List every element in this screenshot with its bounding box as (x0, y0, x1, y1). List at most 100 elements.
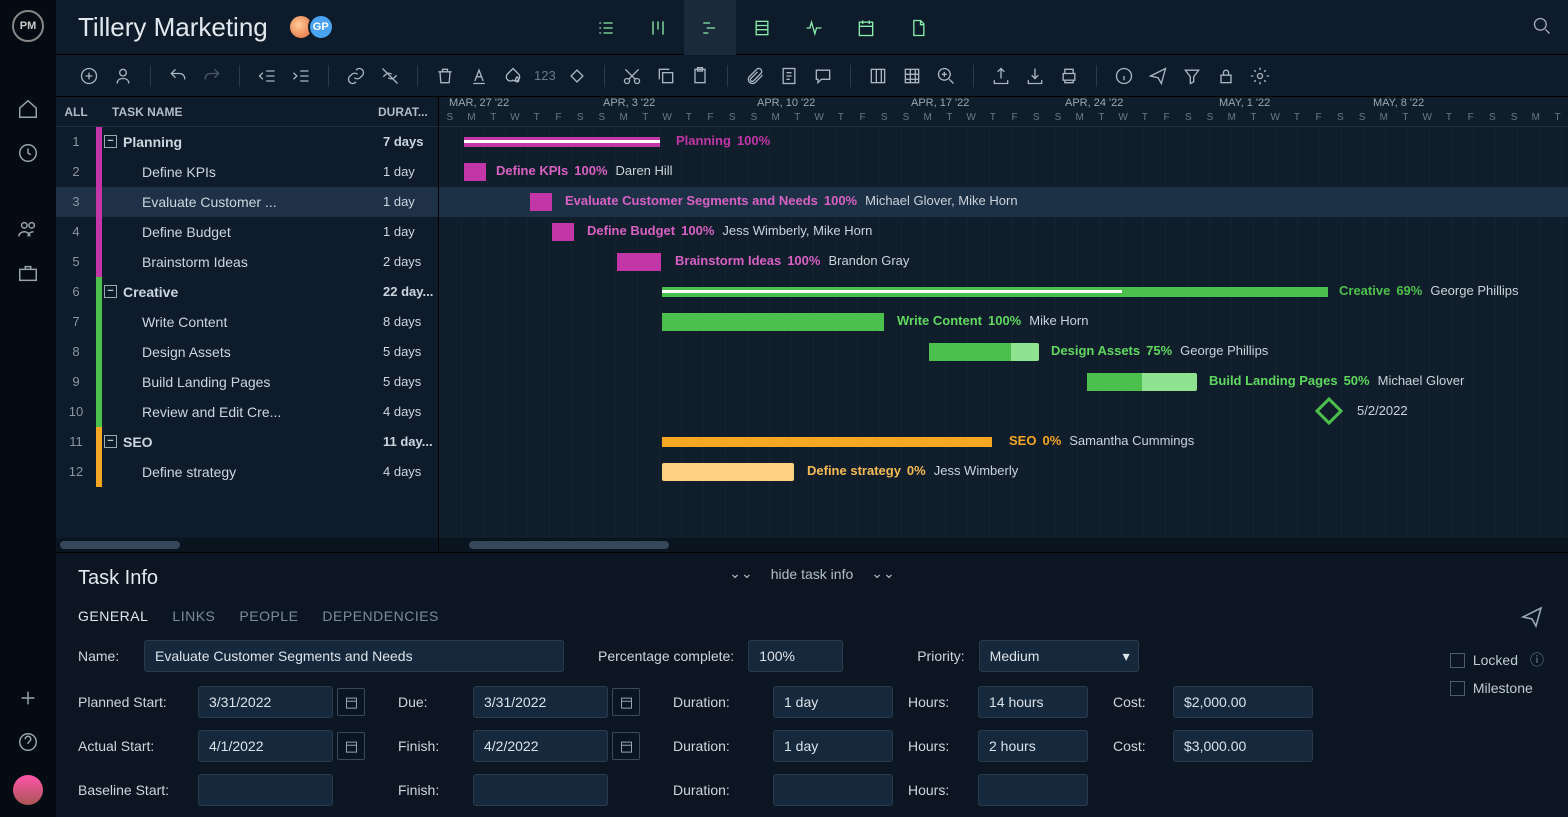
col-all[interactable]: ALL (56, 105, 96, 119)
milestone-checkbox[interactable]: Milestone (1450, 680, 1544, 696)
gantt-view-icon[interactable] (684, 0, 736, 55)
gantt-row[interactable]: Brainstorm Ideas100%Brandon Gray (439, 247, 1568, 277)
cut-icon[interactable] (617, 61, 647, 91)
table-row[interactable]: 9 Build Landing Pages 5 days (56, 367, 438, 397)
calendar-view-icon[interactable] (840, 0, 892, 55)
list-view-icon[interactable] (580, 0, 632, 55)
briefcase-icon[interactable] (17, 262, 39, 284)
expand-icon[interactable]: − (104, 285, 117, 298)
baseline-start-input[interactable] (198, 774, 333, 806)
table-row[interactable]: 4 Define Budget 1 day (56, 217, 438, 247)
table-row[interactable]: 6 −Creative 22 day... (56, 277, 438, 307)
indent-icon[interactable] (286, 61, 316, 91)
people-icon[interactable] (17, 218, 39, 240)
user-avatar[interactable] (13, 775, 43, 805)
expand-icon[interactable]: − (104, 135, 117, 148)
send-icon[interactable] (1143, 61, 1173, 91)
grid-scrollbar[interactable] (56, 538, 438, 552)
undo-icon[interactable] (163, 61, 193, 91)
link-icon[interactable] (341, 61, 371, 91)
col-duration[interactable]: DURAT... (378, 105, 438, 119)
table-row[interactable]: 12 Define strategy 4 days (56, 457, 438, 487)
plus-icon[interactable] (17, 687, 39, 709)
attachment-icon[interactable] (740, 61, 770, 91)
gantt-body[interactable]: Planning100% Define KPIs100%Daren Hill E… (439, 127, 1568, 538)
tab-general[interactable]: GENERAL (78, 608, 148, 624)
gantt-row[interactable]: Build Landing Pages50%Michael Glover (439, 367, 1568, 397)
actual-start-input[interactable] (198, 730, 333, 762)
planned-duration-input[interactable] (773, 686, 893, 718)
copy-icon[interactable] (651, 61, 681, 91)
export-icon[interactable] (986, 61, 1016, 91)
tab-links[interactable]: LINKS (172, 608, 215, 624)
project-members[interactable]: GP (294, 14, 334, 40)
baseline-duration-input[interactable] (773, 774, 893, 806)
locked-checkbox[interactable]: Lockedⓘ (1450, 650, 1544, 670)
unlink-icon[interactable] (375, 61, 405, 91)
board-view-icon[interactable] (632, 0, 684, 55)
send-icon[interactable] (1520, 605, 1544, 632)
grid-icon[interactable] (897, 61, 927, 91)
table-row[interactable]: 10 Review and Edit Cre... 4 days (56, 397, 438, 427)
col-task-name[interactable]: TASK NAME (102, 105, 378, 119)
tab-dependencies[interactable]: DEPENDENCIES (322, 608, 438, 624)
columns-icon[interactable] (863, 61, 893, 91)
add-task-icon[interactable] (74, 61, 104, 91)
calendar-icon[interactable] (612, 688, 640, 716)
gantt-row[interactable]: Write Content100%Mike Horn (439, 307, 1568, 337)
gantt-row[interactable]: Design Assets75%George Phillips (439, 337, 1568, 367)
calendar-icon[interactable] (337, 688, 365, 716)
app-logo[interactable]: PM (12, 10, 44, 42)
delete-icon[interactable] (430, 61, 460, 91)
sheet-view-icon[interactable] (736, 0, 788, 55)
gantt-row[interactable]: 5/2/2022 (439, 397, 1568, 427)
assign-icon[interactable] (108, 61, 138, 91)
actual-cost-input[interactable] (1173, 730, 1313, 762)
gantt-scrollbar[interactable] (439, 538, 1568, 552)
import-icon[interactable] (1020, 61, 1050, 91)
planned-start-input[interactable] (198, 686, 333, 718)
gantt-row[interactable]: Define Budget100%Jess Wimberly, Mike Hor… (439, 217, 1568, 247)
settings-icon[interactable] (1245, 61, 1275, 91)
paste-icon[interactable] (685, 61, 715, 91)
table-row[interactable]: 11 −SEO 11 day... (56, 427, 438, 457)
actual-finish-input[interactable] (473, 730, 608, 762)
hide-task-info[interactable]: ⌄⌄ hide task info ⌄⌄ (729, 565, 894, 582)
tab-people[interactable]: PEOPLE (239, 608, 298, 624)
redo-icon[interactable] (197, 61, 227, 91)
toolbar-123[interactable]: 123 (532, 68, 558, 83)
expand-icon[interactable]: − (104, 435, 117, 448)
planned-cost-input[interactable] (1173, 686, 1313, 718)
clock-icon[interactable] (17, 142, 39, 164)
due-input[interactable] (473, 686, 608, 718)
gantt-row[interactable]: SEO0%Samantha Cummings (439, 427, 1568, 457)
files-view-icon[interactable] (892, 0, 944, 55)
actual-hours-input[interactable] (978, 730, 1088, 762)
zoom-icon[interactable] (931, 61, 961, 91)
name-input[interactable] (144, 640, 564, 672)
filter-icon[interactable] (1177, 61, 1207, 91)
activity-view-icon[interactable] (788, 0, 840, 55)
actual-duration-input[interactable] (773, 730, 893, 762)
notes-icon[interactable] (774, 61, 804, 91)
planned-hours-input[interactable] (978, 686, 1088, 718)
gantt-row[interactable]: Define KPIs100%Daren Hill (439, 157, 1568, 187)
help-icon[interactable] (17, 731, 39, 753)
table-row[interactable]: 5 Brainstorm Ideas 2 days (56, 247, 438, 277)
text-color-icon[interactable] (464, 61, 494, 91)
lock-icon[interactable] (1211, 61, 1241, 91)
priority-select[interactable]: Medium▾ (979, 640, 1139, 672)
gantt-row[interactable]: Planning100% (439, 127, 1568, 157)
milestone-tool-icon[interactable] (562, 61, 592, 91)
info-icon[interactable] (1109, 61, 1139, 91)
baseline-finish-input[interactable] (473, 774, 608, 806)
table-row[interactable]: 8 Design Assets 5 days (56, 337, 438, 367)
comment-icon[interactable] (808, 61, 838, 91)
table-row[interactable]: 1 −Planning 7 days (56, 127, 438, 157)
outdent-icon[interactable] (252, 61, 282, 91)
calendar-icon[interactable] (612, 732, 640, 760)
gantt-row[interactable]: Creative69%George Phillips (439, 277, 1568, 307)
baseline-hours-input[interactable] (978, 774, 1088, 806)
table-row[interactable]: 7 Write Content 8 days (56, 307, 438, 337)
table-row[interactable]: 3 Evaluate Customer ... 1 day (56, 187, 438, 217)
